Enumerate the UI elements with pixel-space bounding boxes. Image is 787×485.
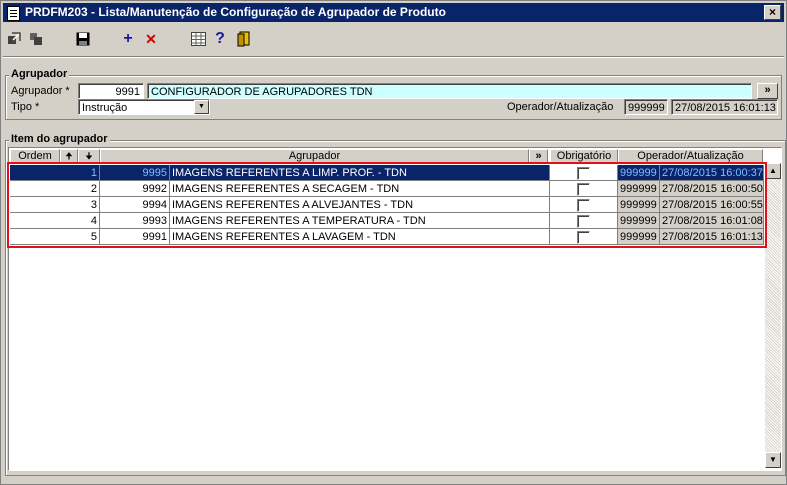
ordem-cell[interactable]: 3 — [10, 197, 100, 213]
table-row[interactable]: 4 9993 IMAGENS REFERENTES A TEMPERATURA - … — [10, 213, 765, 229]
atualizacao-cell: 27/08/2015 16:00:55 — [660, 197, 764, 213]
ordem-cell[interactable]: 4 — [10, 213, 100, 229]
obrigatorio-cell — [550, 165, 618, 181]
add-icon[interactable]: + — [119, 30, 137, 48]
column-header-obrigatorio[interactable]: Obrigatório — [550, 149, 618, 163]
tipo-label: Tipo * — [11, 101, 40, 113]
codigo-cell[interactable]: 9992 — [100, 181, 170, 197]
atualizacao-cell: 27/08/2015 16:00:50 — [660, 181, 764, 197]
obrigatorio-cell — [550, 213, 618, 229]
atualizacao-cell: 27/08/2015 16:00:37 — [660, 165, 764, 181]
agrupador-description-field[interactable]: CONFIGURADOR DE AGRUPADORES TDN — [147, 83, 752, 99]
column-header-agrupador[interactable]: Agrupador — [100, 149, 529, 163]
agrupador-group-title: Agrupador — [9, 68, 70, 80]
delete-icon[interactable]: ✕ — [142, 30, 160, 48]
table-row[interactable]: 2 9992 IMAGENS REFERENTES A SECAGEM - TDN 9… — [10, 181, 765, 197]
title-bar: PRDFM203 - Lista/Manutenção de Configura… — [3, 3, 784, 22]
obrigatorio-cell — [550, 181, 618, 197]
obrigatorio-checkbox[interactable] — [577, 215, 590, 228]
codigo-cell[interactable]: 9991 — [100, 229, 170, 245]
table-row[interactable]: 5 9991 IMAGENS REFERENTES A LAVAGEM - TDN 9… — [10, 229, 765, 245]
close-button[interactable]: × — [764, 5, 781, 20]
main-window: PRDFM203 - Lista/Manutenção de Configura… — [0, 0, 787, 485]
descricao-cell[interactable]: IMAGENS REFERENTES A SECAGEM - TDN — [170, 181, 550, 197]
grid-icon[interactable] — [189, 30, 207, 48]
toolbar-divider — [3, 56, 784, 58]
column-more-button[interactable]: » — [529, 149, 548, 163]
operador-cell: 999999 — [618, 165, 660, 181]
items-table: Ordem 🠉 🠋 Agrupador » Obrigatório Operad… — [8, 147, 782, 471]
tipo-select[interactable]: Instrução — [78, 99, 210, 115]
obrigatorio-checkbox[interactable] — [577, 199, 590, 212]
descricao-cell[interactable]: IMAGENS REFERENTES A ALVEJANTES - TDN — [170, 197, 550, 213]
help-icon[interactable]: ? — [211, 30, 229, 48]
obrigatorio-cell — [550, 197, 618, 213]
codigo-cell[interactable]: 9993 — [100, 213, 170, 229]
save-icon[interactable] — [74, 30, 92, 48]
vertical-scrollbar[interactable]: ▲ ▼ — [765, 163, 781, 468]
scroll-down-arrow-icon[interactable]: ▼ — [765, 452, 781, 468]
table-row[interactable]: 3 9994 IMAGENS REFERENTES A ALVEJANTES - T… — [10, 197, 765, 213]
table-row[interactable]: 1 9995 IMAGENS REFERENTES A LIMP. PROF. - … — [10, 165, 765, 181]
descricao-cell[interactable]: IMAGENS REFERENTES A TEMPERATURA - TDN — [170, 213, 550, 229]
operador-cell: 999999 — [618, 181, 660, 197]
agrupador-more-button[interactable]: » — [757, 83, 778, 99]
operador-cell: 999999 — [618, 197, 660, 213]
obrigatorio-checkbox[interactable] — [577, 183, 590, 196]
move-down-arrow-icon[interactable]: 🠋 — [78, 149, 100, 163]
operador-cell: 999999 — [618, 229, 660, 245]
descricao-cell[interactable]: IMAGENS REFERENTES A LAVAGEM - TDN — [170, 229, 550, 245]
export-icon[interactable] — [5, 30, 23, 48]
operador-label: Operador/Atualização — [507, 101, 614, 113]
operador-field: 999999 — [624, 99, 668, 115]
obrigatorio-checkbox[interactable] — [577, 231, 590, 244]
app-document-icon — [7, 6, 20, 21]
obrigatorio-checkbox[interactable] — [577, 167, 590, 180]
agrupador-label: Agrupador * — [11, 85, 70, 97]
codigo-cell[interactable]: 9994 — [100, 197, 170, 213]
move-up-arrow-icon[interactable]: 🠉 — [60, 149, 78, 163]
ordem-cell[interactable]: 2 — [10, 181, 100, 197]
window-title: PRDFM203 - Lista/Manutenção de Configura… — [25, 5, 446, 19]
copy-icon[interactable] — [27, 30, 45, 48]
ordem-cell[interactable]: 1 — [10, 165, 100, 181]
ordem-cell[interactable]: 5 — [10, 229, 100, 245]
agrupador-code-field[interactable]: 9991 — [78, 83, 144, 99]
items-group-title: Item do agrupador — [9, 133, 110, 145]
column-header-operador[interactable]: Operador/Atualização — [618, 149, 763, 163]
scroll-up-arrow-icon[interactable]: ▲ — [765, 163, 781, 179]
atualizacao-field: 27/08/2015 16:01:13 — [671, 99, 778, 115]
tipo-select-value: Instrução — [82, 102, 128, 114]
atualizacao-cell: 27/08/2015 16:01:13 — [660, 229, 764, 245]
codigo-cell[interactable]: 9995 — [100, 165, 170, 181]
tipo-dropdown-arrow-icon[interactable]: ▼ — [194, 100, 209, 114]
operador-cell: 999999 — [618, 213, 660, 229]
toolbar: + ✕ ? — [1, 25, 786, 53]
exit-door-icon[interactable] — [235, 30, 253, 48]
column-header-ordem[interactable]: Ordem — [10, 149, 60, 163]
obrigatorio-cell — [550, 229, 618, 245]
atualizacao-cell: 27/08/2015 16:01:08 — [660, 213, 764, 229]
descricao-cell[interactable]: IMAGENS REFERENTES A LIMP. PROF. - TDN — [170, 165, 550, 181]
